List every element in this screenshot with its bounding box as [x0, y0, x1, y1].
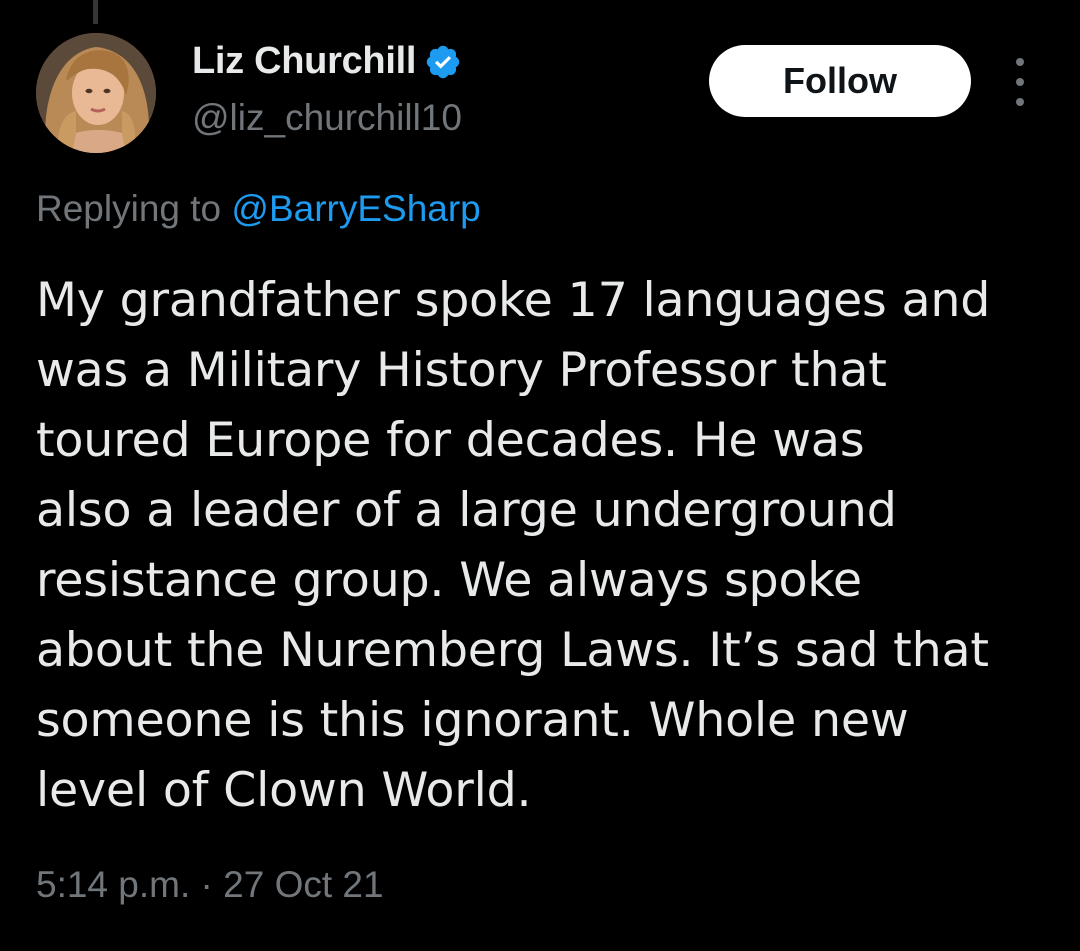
replying-to-line: Replying to @BarryESharp: [36, 188, 481, 230]
replying-to-label: Replying to: [36, 188, 232, 229]
author-name-row[interactable]: Liz Churchill: [192, 40, 462, 83]
tweet-body-text: My grandfather spoke 17 languages and wa…: [36, 273, 991, 818]
avatar-photo-icon: [36, 33, 156, 153]
more-dot: [1016, 98, 1024, 106]
verified-badge-icon: [424, 43, 462, 81]
more-dot: [1016, 58, 1024, 66]
thread-connector-line: [93, 0, 98, 24]
tweet-timestamp[interactable]: 5:14 p.m. · 27 Oct 21: [36, 864, 384, 906]
author-avatar[interactable]: [36, 33, 156, 153]
reply-mention-link[interactable]: @BarryESharp: [231, 188, 480, 229]
more-options-icon[interactable]: [1004, 58, 1036, 106]
follow-button[interactable]: Follow: [709, 45, 971, 117]
more-dot: [1016, 78, 1024, 86]
author-handle[interactable]: @liz_churchill10: [192, 97, 462, 139]
author-display-name[interactable]: Liz Churchill: [192, 40, 416, 83]
